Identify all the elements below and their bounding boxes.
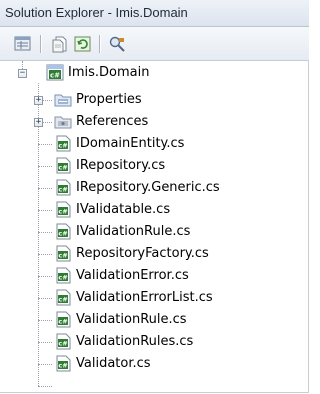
svg-text:c#: c# (58, 318, 67, 326)
svg-text:c#: c# (58, 252, 67, 260)
solution-explorer-panel: Solution Explorer - Imis.Domain − c# Imi… (0, 0, 309, 393)
file-label: IRepository.cs (76, 158, 166, 173)
refresh-icon (74, 36, 91, 52)
csharp-file-icon: c# (56, 333, 71, 350)
svg-text:c#: c# (50, 72, 60, 80)
expander-toggle[interactable]: + (34, 118, 43, 127)
tree-item-file[interactable]: c# Validator.cs (54, 353, 294, 375)
csharp-file-icon: c# (56, 179, 71, 196)
csharp-file-icon: c# (56, 157, 71, 174)
properties-icon (14, 36, 31, 51)
show-all-files-button[interactable] (50, 35, 70, 53)
project-node[interactable]: c# Imis.Domain (46, 62, 246, 84)
svg-text:c#: c# (58, 186, 67, 194)
tree-item-file[interactable]: c# RepositoryFactory.cs (54, 243, 294, 265)
project-label: Imis.Domain (68, 65, 150, 80)
csharp-file-icon: c# (56, 311, 71, 328)
svg-text:c#: c# (58, 142, 67, 150)
csharp-project-icon: c# (46, 64, 64, 81)
tree-item-label: References (76, 114, 149, 129)
expander-toggle[interactable]: − (18, 69, 27, 78)
class-view-icon (109, 36, 125, 52)
svg-text:c#: c# (58, 340, 67, 348)
file-label: IValidationRule.cs (76, 224, 191, 239)
csharp-file-icon: c# (56, 223, 71, 240)
tree-item-file[interactable]: c# ValidationRule.cs (54, 309, 294, 331)
csharp-file-icon: c# (56, 201, 71, 218)
file-label: ValidationRule.cs (76, 312, 187, 327)
file-label: IRepository.Generic.cs (76, 180, 220, 195)
tree-item-file[interactable]: c# IValidatable.cs (54, 199, 294, 221)
class-view-button[interactable] (108, 35, 128, 53)
file-label: IDomainEntity.cs (76, 136, 185, 151)
svg-text:c#: c# (58, 296, 67, 304)
tree-line (38, 188, 52, 189)
csharp-file-icon: c# (56, 245, 71, 262)
toolbar-separator (99, 35, 100, 53)
tree-item-file[interactable]: c# IValidationRule.cs (54, 221, 294, 243)
tree-line (38, 364, 52, 365)
svg-text:c#: c# (58, 208, 67, 216)
csharp-file-icon: c# (56, 267, 71, 284)
tree-line (38, 210, 52, 211)
tree-line (38, 320, 52, 321)
tree-item-file[interactable]: c# IRepository.cs (54, 155, 294, 177)
expander-toggle[interactable]: + (34, 96, 43, 105)
tree-line (38, 342, 52, 343)
tree-item-file[interactable]: c# ValidationError.cs (54, 265, 294, 287)
tree-line (38, 232, 52, 233)
toolbar-separator (40, 35, 41, 53)
tree-item-references[interactable]: References (54, 111, 254, 133)
file-label: ValidationRules.cs (76, 334, 194, 349)
file-label: ValidationErrorList.cs (76, 290, 213, 305)
tree-line (38, 386, 52, 387)
tree-line (38, 144, 52, 145)
csharp-file-icon: c# (56, 355, 71, 372)
tree-line (38, 83, 39, 386)
properties-button[interactable] (13, 35, 33, 53)
file-label: Validator.cs (76, 356, 151, 371)
tree-item-file[interactable]: c# ValidationErrorList.cs (54, 287, 294, 309)
csharp-file-icon: c# (56, 135, 71, 152)
svg-text:c#: c# (58, 230, 67, 238)
solution-tree: − c# Imis.Domain + Properties + Referenc… (0, 61, 309, 393)
file-label: ValidationError.cs (76, 268, 189, 283)
file-label: IValidatable.cs (76, 202, 171, 217)
file-label: RepositoryFactory.cs (76, 246, 209, 261)
tree-item-properties[interactable]: Properties (54, 89, 254, 111)
panel-title: Solution Explorer - Imis.Domain (0, 0, 309, 27)
show-all-files-icon (52, 36, 67, 53)
tree-line (38, 298, 52, 299)
tree-item-file[interactable]: c# ValidationRules.cs (54, 331, 294, 353)
svg-text:c#: c# (58, 362, 67, 370)
tree-line (38, 254, 52, 255)
tree-item-file[interactable]: c# IDomainEntity.cs (54, 133, 294, 155)
tree-line (38, 276, 52, 277)
csharp-file-icon: c# (56, 289, 71, 306)
tree-line (38, 166, 52, 167)
refresh-button[interactable] (73, 35, 93, 53)
tree-item-file[interactable]: c# IRepository.Generic.cs (54, 177, 294, 199)
svg-text:c#: c# (58, 274, 67, 282)
references-folder-icon (54, 116, 72, 129)
toolbar (0, 27, 309, 61)
tree-item-label: Properties (76, 92, 142, 107)
properties-folder-icon (54, 94, 72, 107)
svg-text:c#: c# (58, 164, 67, 172)
